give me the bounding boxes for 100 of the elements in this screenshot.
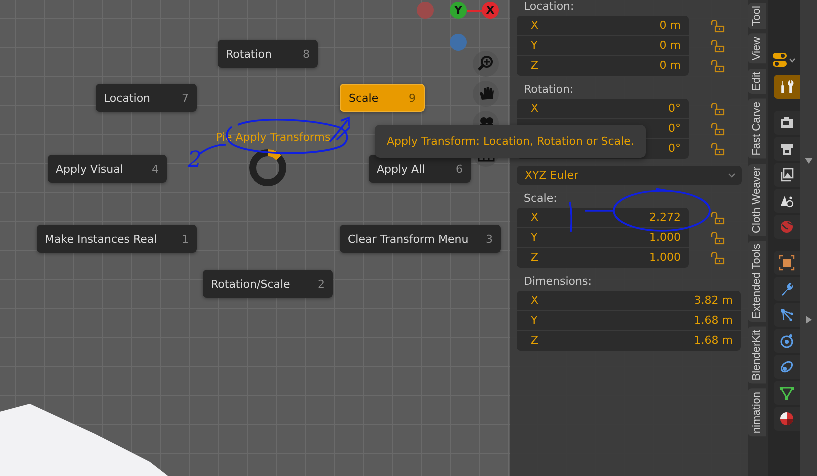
particles-icon xyxy=(779,307,795,323)
pie-menu-item[interactable]: Apply All 6 xyxy=(369,155,471,183)
properties-tab[interactable] xyxy=(774,303,800,327)
orbit-icon xyxy=(779,333,795,349)
properties-tab[interactable] xyxy=(774,163,800,187)
editor-type-icon xyxy=(772,52,788,68)
camera-back-icon xyxy=(779,115,795,131)
axis-label: X xyxy=(531,211,539,224)
hotkey-number: 1 xyxy=(182,232,189,246)
chevron-down-icon xyxy=(789,58,796,62)
pie-menu-item[interactable]: Make Instances Real 1 xyxy=(37,225,197,253)
zoom-button[interactable] xyxy=(473,51,499,77)
hotkey-number: 9 xyxy=(409,92,416,104)
sidebar-tab[interactable]: nimation xyxy=(748,388,766,436)
properties-tab[interactable] xyxy=(774,407,800,431)
unlocked-padlock-icon[interactable] xyxy=(711,212,725,224)
pie-item-label: Apply Visual xyxy=(56,162,124,176)
axis-label: Y xyxy=(531,231,538,244)
unlocked-padlock-icon[interactable] xyxy=(711,20,725,32)
properties-tab[interactable] xyxy=(774,329,800,353)
properties-tab[interactable] xyxy=(774,355,800,379)
zoom-icon xyxy=(476,55,496,73)
field-value: 0 m xyxy=(660,39,681,52)
handwritten-number: 2 xyxy=(188,150,202,172)
number-field[interactable]: Z 0 m xyxy=(517,56,689,76)
number-field[interactable]: Y 0 m xyxy=(517,36,689,56)
printer-icon xyxy=(779,141,795,157)
dropdown-value: XYZ Euler xyxy=(525,169,579,182)
axis-label: X xyxy=(531,294,539,307)
field-value: 1.000 xyxy=(650,231,681,244)
axis-label: X xyxy=(531,19,539,32)
number-field[interactable]: Y 1.000 xyxy=(517,228,689,248)
sidebar-tab[interactable]: Cloth Weaver xyxy=(748,164,766,236)
properties-tab[interactable] xyxy=(774,277,800,301)
hotkey-number: 6 xyxy=(456,162,463,176)
pie-item-label: Location xyxy=(104,92,151,104)
pie-menu-item[interactable]: Location 7 xyxy=(96,84,197,112)
number-field[interactable]: X 3.82 m xyxy=(517,291,741,311)
field-value: 3.82 m xyxy=(694,294,733,307)
pie-item-label: Rotation xyxy=(226,48,272,60)
hotkey-number: 2 xyxy=(318,278,325,290)
hotkey-number: 3 xyxy=(486,232,493,246)
hand-button[interactable] xyxy=(473,81,499,107)
unlocked-padlock-icon[interactable] xyxy=(711,122,725,136)
sidebar-tab[interactable]: Tool xyxy=(748,3,766,30)
pie-menu-item[interactable]: Clear Transform Menu 3 xyxy=(340,225,501,253)
pie-item-label: Apply All xyxy=(377,162,426,176)
unlocked-padlock-icon[interactable] xyxy=(711,142,725,156)
section-label: Scale: xyxy=(523,192,558,207)
properties-tab[interactable] xyxy=(774,189,800,213)
gizmo-dot[interactable] xyxy=(450,34,467,51)
gizmo-axis[interactable]: Y xyxy=(450,2,467,19)
unlocked-padlock-icon[interactable] xyxy=(711,102,725,116)
pie-menu-item[interactable]: Apply Visual 4 xyxy=(48,155,167,183)
unlocked-padlock-icon[interactable] xyxy=(711,252,725,264)
properties-tab[interactable] xyxy=(774,251,800,275)
section-label: Rotation: xyxy=(523,83,574,98)
section-label: Location: xyxy=(523,0,574,15)
hotkey-number: 7 xyxy=(182,92,189,104)
pie-menu-item[interactable]: Rotation/Scale 2 xyxy=(203,270,333,298)
sidebar-tab[interactable]: Fast Carve xyxy=(748,98,766,159)
field-value: 1.68 m xyxy=(694,314,733,327)
sidebar-tab[interactable]: Extended Tools xyxy=(748,241,766,322)
number-field[interactable]: Y 1.68 m xyxy=(517,311,741,331)
sidebar-tab[interactable]: View xyxy=(748,34,766,64)
gizmo-axis[interactable]: X xyxy=(482,2,499,19)
axis-line xyxy=(467,9,483,13)
field-value: 0° xyxy=(668,102,681,115)
unlocked-padlock-icon[interactable] xyxy=(711,232,725,244)
triangle-right-icon xyxy=(806,316,812,324)
axis-label: Y xyxy=(531,39,538,52)
number-field[interactable]: Z 1.68 m xyxy=(517,331,741,351)
square-object-icon xyxy=(779,255,795,271)
image-stack-icon xyxy=(779,167,795,183)
field-value: 0° xyxy=(668,122,681,135)
sidebar-tab[interactable]: BlenderKit xyxy=(748,327,766,384)
properties-tab[interactable] xyxy=(774,75,800,99)
field-value: 0 m xyxy=(660,19,681,32)
number-field[interactable]: X 2.272 xyxy=(517,208,689,228)
axis-label: Y xyxy=(531,314,538,327)
pie-menu-item[interactable]: Rotation 8 xyxy=(218,40,318,68)
chevron-down-icon xyxy=(728,173,736,178)
properties-tab[interactable] xyxy=(774,137,800,161)
number-field[interactable]: Z 1.000 xyxy=(517,248,689,268)
sidebar-tab[interactable]: Edit xyxy=(748,68,766,94)
unlocked-padlock-icon[interactable] xyxy=(711,60,725,72)
rotation-mode-dropdown[interactable]: XYZ Euler xyxy=(517,166,742,185)
gizmo-dot[interactable] xyxy=(417,2,434,19)
properties-tab[interactable] xyxy=(774,381,800,405)
tool-icon xyxy=(779,79,795,95)
editor-type-button[interactable] xyxy=(772,50,796,70)
number-field[interactable]: X 0 m xyxy=(517,16,689,36)
link-ring-icon xyxy=(779,359,795,375)
axis-label: Z xyxy=(531,59,539,72)
number-field[interactable]: X 0° xyxy=(517,99,689,119)
pie-menu-item[interactable]: Scale 9 xyxy=(340,84,425,112)
properties-tab[interactable] xyxy=(774,111,800,135)
unlocked-padlock-icon[interactable] xyxy=(711,40,725,52)
field-value: 0 m xyxy=(660,59,681,72)
ink-line-drawing xyxy=(584,208,614,214)
